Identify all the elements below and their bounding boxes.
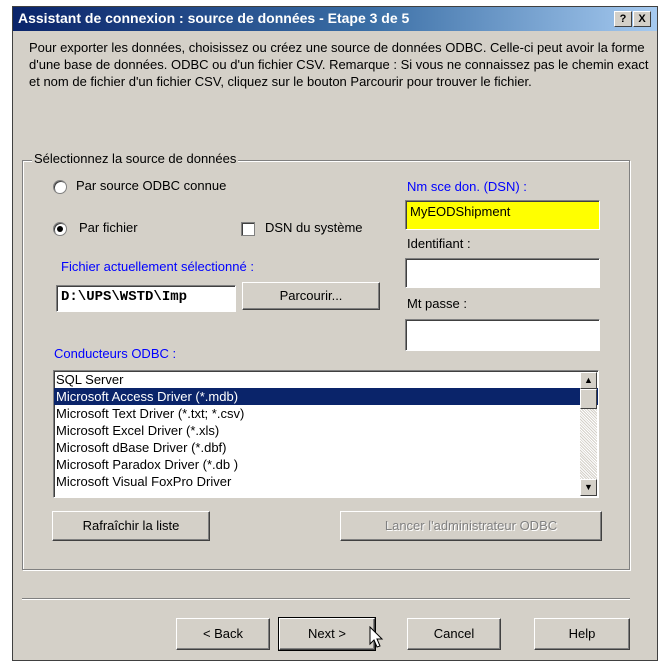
odbc-admin-button[interactable]: Lancer l'administrateur ODBC: [340, 511, 602, 541]
list-item[interactable]: Microsoft Text Driver (*.txt; *.csv): [54, 405, 598, 422]
dsn-field[interactable]: MyEODShipment: [405, 200, 600, 230]
password-field[interactable]: [405, 319, 600, 351]
mouse-cursor-icon: [369, 626, 384, 648]
footer-separator: [22, 598, 630, 600]
drivers-listbox[interactable]: SQL Server Microsoft Access Driver (*.md…: [53, 370, 599, 498]
list-item[interactable]: Microsoft Paradox Driver (*.db ): [54, 456, 598, 473]
drivers-scrollbar[interactable]: ▲ ▼: [580, 372, 597, 496]
description-text: Pour exporter les données, choisissez ou…: [29, 40, 649, 89]
list-item-selected[interactable]: Microsoft Access Driver (*.mdb): [54, 388, 598, 405]
radio-odbc-label[interactable]: Par source ODBC connue: [76, 178, 226, 193]
window-title: Assistant de connexion : source de donné…: [18, 10, 410, 26]
next-button[interactable]: Next >: [278, 617, 376, 651]
current-file-label: Fichier actuellement sélectionné :: [61, 259, 254, 274]
current-file-field[interactable]: D:\UPS\WSTD\Imp: [56, 285, 236, 312]
close-title-button[interactable]: X: [633, 11, 651, 27]
back-button[interactable]: < Back: [176, 618, 270, 650]
list-item[interactable]: SQL Server: [54, 371, 598, 388]
radio-odbc-source[interactable]: [53, 180, 67, 194]
system-dsn-checkbox[interactable]: [241, 222, 255, 236]
dsn-label: Nm sce don. (DSN) :: [407, 179, 527, 194]
scroll-down-icon[interactable]: ▼: [580, 479, 597, 496]
title-bar[interactable]: Assistant de connexion : source de donné…: [13, 7, 657, 31]
group-label: Sélectionnez la source de données: [32, 151, 239, 166]
radio-file-source[interactable]: [53, 222, 67, 236]
refresh-list-button[interactable]: Rafraîchir la liste: [52, 511, 210, 541]
password-label: Mt passe :: [407, 296, 467, 311]
radio-file-label[interactable]: Par fichier: [79, 220, 138, 235]
browse-button[interactable]: Parcourir...: [242, 282, 380, 310]
help-title-button[interactable]: ?: [614, 11, 632, 27]
list-item[interactable]: Microsoft Excel Driver (*.xls): [54, 422, 598, 439]
list-item[interactable]: Microsoft Visual FoxPro Driver: [54, 473, 598, 490]
scroll-thumb[interactable]: [580, 389, 597, 409]
scroll-up-icon[interactable]: ▲: [580, 372, 597, 389]
help-button[interactable]: Help: [534, 618, 630, 650]
cancel-button[interactable]: Cancel: [407, 618, 501, 650]
drivers-label: Conducteurs ODBC :: [54, 346, 177, 361]
user-field[interactable]: [405, 258, 600, 288]
user-label: Identifiant :: [407, 236, 471, 251]
list-item[interactable]: Microsoft dBase Driver (*.dbf): [54, 439, 598, 456]
system-dsn-label[interactable]: DSN du système: [265, 220, 363, 235]
